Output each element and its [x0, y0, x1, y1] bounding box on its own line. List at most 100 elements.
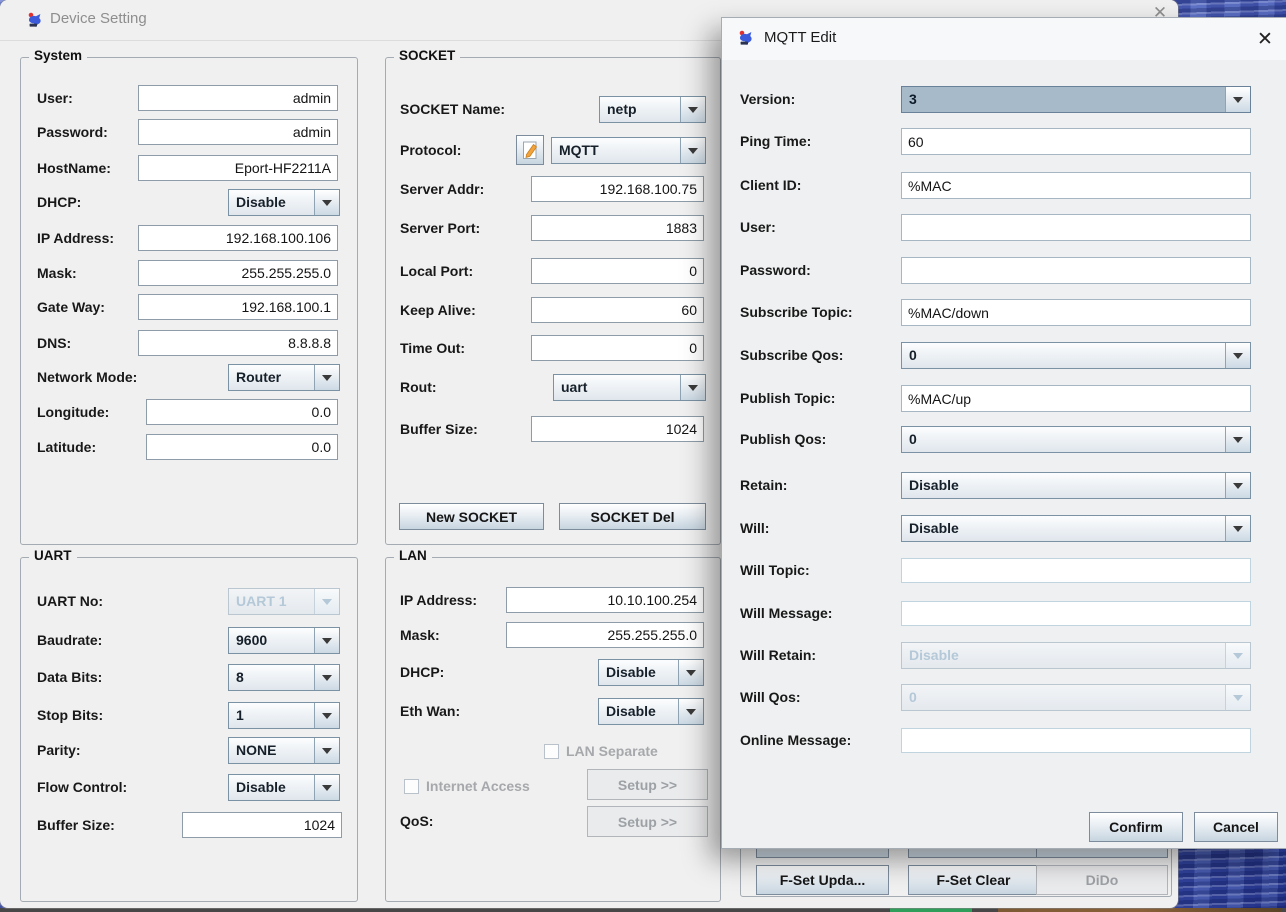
online-message-input[interactable]: [901, 728, 1251, 753]
window-title: Device Setting: [50, 10, 147, 27]
socket-buffer-size-input[interactable]: [531, 416, 704, 442]
data-bits-label: Data Bits:: [37, 664, 102, 691]
server-port-label: Server Port:: [400, 215, 480, 242]
uart-group: UART UART No: UART 1 Baudrate: 9600 Data…: [20, 557, 358, 902]
protocol-edit-button[interactable]: [516, 135, 544, 165]
will-message-input[interactable]: [901, 601, 1251, 626]
chevron-down-icon: [1225, 87, 1250, 112]
version-select[interactable]: 3: [901, 86, 1251, 113]
fset-update-button[interactable]: F-Set Upda...: [756, 865, 889, 895]
network-mode-select[interactable]: Router: [228, 364, 340, 391]
fset-clear-button[interactable]: F-Set Clear: [908, 865, 1039, 895]
lan-mask-input[interactable]: [506, 622, 704, 648]
will-select[interactable]: Disable: [901, 515, 1251, 542]
window-close-button[interactable]: ✕: [1146, 0, 1174, 18]
mask-input[interactable]: [138, 260, 338, 286]
ping-time-input[interactable]: [901, 128, 1251, 155]
system-group-title: System: [29, 48, 87, 63]
chevron-down-icon: [314, 665, 339, 690]
data-bits-select[interactable]: 8: [228, 664, 340, 691]
chevron-down-icon: [1225, 473, 1250, 498]
lan-dhcp-select[interactable]: Disable: [598, 659, 704, 686]
will-message-label: Will Message:: [740, 600, 832, 627]
uart-buffer-size-input[interactable]: [182, 812, 342, 838]
cancel-button[interactable]: Cancel: [1194, 812, 1278, 842]
socket-del-button[interactable]: SOCKET Del: [559, 503, 706, 530]
latitude-input[interactable]: [146, 434, 338, 460]
latitude-label: Latitude:: [37, 434, 96, 461]
server-port-input[interactable]: [531, 215, 704, 241]
chevron-down-icon: [680, 375, 705, 400]
publish-topic-input[interactable]: [901, 385, 1251, 412]
rout-select[interactable]: uart: [553, 374, 706, 401]
longitude-input[interactable]: [146, 399, 338, 425]
subscribe-qos-select[interactable]: 0: [901, 342, 1251, 369]
retain-label: Retain:: [740, 472, 787, 499]
dns-input[interactable]: [138, 330, 338, 356]
user-input[interactable]: [138, 85, 338, 111]
ping-time-label: Ping Time:: [740, 128, 811, 155]
dhcp-select[interactable]: Disable: [228, 189, 340, 216]
eth-wan-select[interactable]: Disable: [598, 698, 704, 725]
subscribe-topic-input[interactable]: [901, 299, 1251, 326]
confirm-button[interactable]: Confirm: [1089, 812, 1183, 842]
chevron-down-icon: [680, 97, 705, 122]
publish-qos-label: Publish Qos:: [740, 426, 826, 453]
chevron-down-icon: [314, 703, 339, 728]
publish-qos-select[interactable]: 0: [901, 426, 1251, 453]
ip-address-label: IP Address:: [37, 225, 114, 252]
app-icon: [737, 29, 755, 47]
retain-value: Disable: [902, 473, 1225, 498]
internet-access-checkbox: Internet Access: [404, 778, 530, 794]
new-socket-button[interactable]: New SOCKET: [399, 503, 544, 530]
mqtt-password-label: Password:: [740, 257, 811, 284]
stop-bits-select[interactable]: 1: [228, 702, 340, 729]
chevron-down-icon: [314, 628, 339, 653]
uart-no-value: UART 1: [229, 589, 314, 614]
mqtt-edit-titlebar: MQTT Edit ✕: [722, 18, 1286, 60]
chevron-down-icon: [1225, 643, 1250, 668]
will-qos-label: Will Qos:: [740, 684, 801, 711]
client-id-label: Client ID:: [740, 172, 801, 199]
version-label: Version:: [740, 86, 795, 113]
time-out-input[interactable]: [531, 335, 704, 361]
hostname-input[interactable]: [138, 155, 338, 181]
keep-alive-input[interactable]: [531, 297, 704, 323]
protocol-value: MQTT: [552, 138, 680, 163]
will-topic-input[interactable]: [901, 558, 1251, 583]
dialog-title: MQTT Edit: [764, 29, 836, 46]
protocol-select[interactable]: MQTT: [551, 137, 706, 164]
chevron-down-icon: [678, 699, 703, 724]
app-icon: [26, 11, 44, 29]
password-input[interactable]: [138, 119, 338, 145]
local-port-input[interactable]: [531, 258, 704, 284]
protocol-label: Protocol:: [400, 137, 461, 164]
retain-select[interactable]: Disable: [901, 472, 1251, 499]
dido-button: DiDo: [1036, 865, 1168, 895]
checkbox-box: [544, 744, 559, 759]
parity-select[interactable]: NONE: [228, 737, 340, 764]
ip-address-input[interactable]: [138, 225, 338, 251]
dialog-close-button[interactable]: ✕: [1252, 27, 1278, 53]
lan-dhcp-label: DHCP:: [400, 659, 444, 686]
baudrate-select[interactable]: 9600: [228, 627, 340, 654]
mqtt-password-input[interactable]: [901, 257, 1251, 284]
dns-label: DNS:: [37, 330, 71, 357]
dhcp-value: Disable: [229, 190, 314, 215]
server-addr-input[interactable]: [531, 176, 704, 202]
publish-qos-value: 0: [902, 427, 1225, 452]
internet-access-label: Internet Access: [426, 779, 530, 794]
checkbox-box: [404, 779, 419, 794]
flow-control-select[interactable]: Disable: [228, 774, 340, 801]
mqtt-user-input[interactable]: [901, 214, 1251, 241]
taskbar-green-segment: [890, 908, 972, 912]
lan-ip-input[interactable]: [506, 587, 704, 613]
chevron-down-icon: [1225, 427, 1250, 452]
system-group: System User: Password: HostName: DHCP: D…: [20, 57, 358, 545]
subscribe-qos-value: 0: [902, 343, 1225, 368]
lan-ip-label: IP Address:: [400, 587, 477, 614]
gateway-input[interactable]: [138, 294, 338, 320]
keep-alive-label: Keep Alive:: [400, 297, 476, 324]
socket-name-select[interactable]: netp: [599, 96, 706, 123]
client-id-input[interactable]: [901, 172, 1251, 199]
